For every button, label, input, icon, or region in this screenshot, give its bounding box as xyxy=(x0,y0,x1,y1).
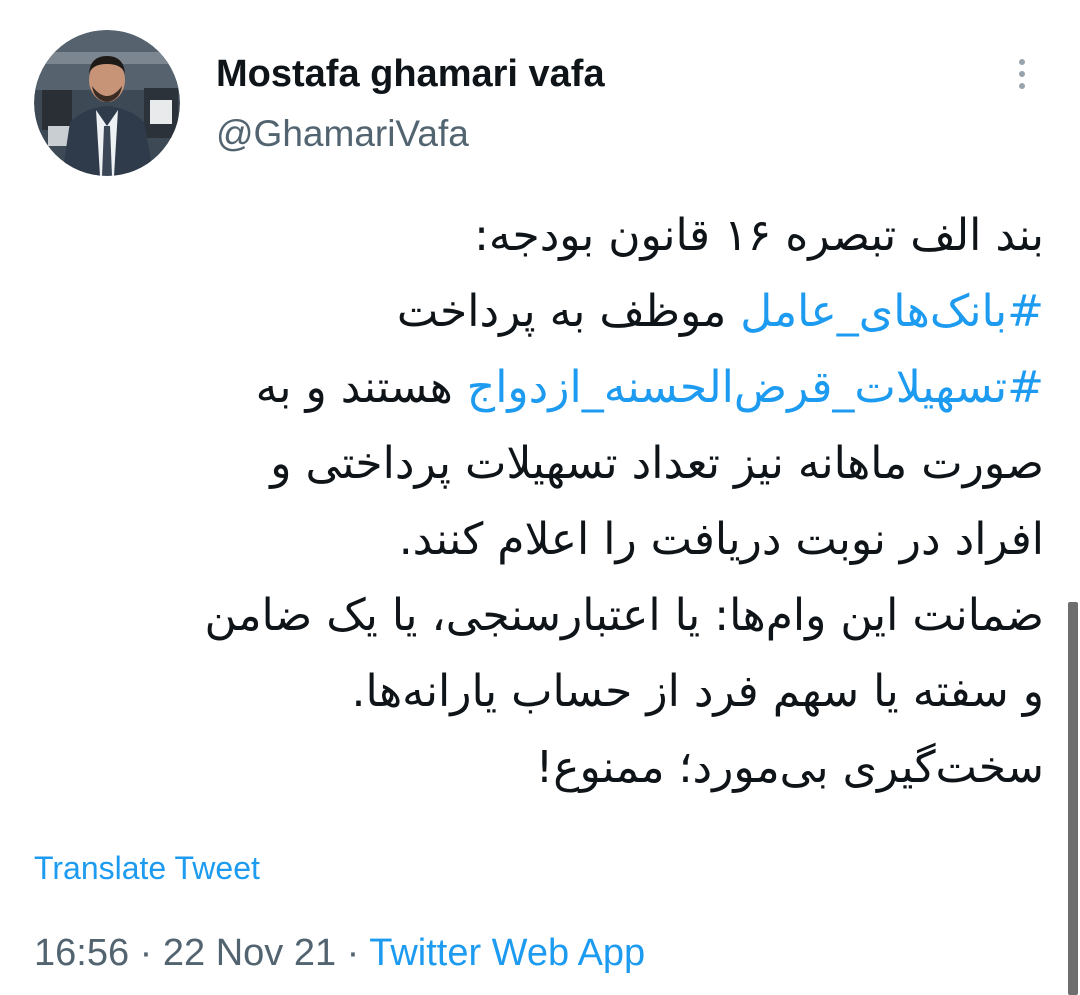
tweet-line: #بانک‌های_عامل موظف به پرداخت xyxy=(24,274,1044,350)
dot xyxy=(1019,83,1025,89)
profile-photo-icon xyxy=(34,30,180,176)
tweet-source-link[interactable]: Twitter Web App xyxy=(369,932,645,974)
tweet-card: Mostafa ghamari vafa @GhamariVafa بند ال… xyxy=(0,0,1080,995)
translate-tweet-link[interactable]: Translate Tweet xyxy=(34,846,260,890)
tweet-date[interactable]: 22 Nov 21 xyxy=(163,932,336,974)
more-options-icon[interactable] xyxy=(1004,52,1040,96)
scrollbar[interactable] xyxy=(1068,602,1078,995)
hashtag-link[interactable]: #بانک‌های_عامل xyxy=(740,286,1044,337)
dot xyxy=(1019,59,1025,65)
author-handle[interactable]: @GhamariVafa xyxy=(216,110,469,158)
tweet-line: سخت‌گیری بی‌مورد؛ ممنوع! xyxy=(535,742,1044,793)
tweet-line: ضمانت این وام‌ها: یا اعتبارسنجی، یا یک ض… xyxy=(204,590,1044,641)
tweet-line: افراد در نوبت دریافت را اعلام کنند. xyxy=(398,514,1044,565)
dot xyxy=(1019,71,1025,77)
tweet-meta: 16:56 · 22 Nov 21 · Twitter Web App xyxy=(34,928,645,978)
tweet-text: بند الف تبصره ۱۶ قانون بودجه: #بانک‌های_… xyxy=(24,198,1044,806)
tweet-line: صورت ماهانه نیز تعداد تسهیلات پرداختی و xyxy=(270,438,1044,489)
tweet-line: و سفته یا سهم فرد از حساب یارانه‌ها. xyxy=(351,666,1044,717)
author-display-name[interactable]: Mostafa ghamari vafa xyxy=(216,50,605,98)
tweet-line: #تسهیلات_قرض‌الحسنه_ازدواج هستند و به xyxy=(24,350,1044,426)
tweet-line-text: موظف به پرداخت xyxy=(396,286,741,337)
tweet-line-text: هستند و به xyxy=(255,362,467,413)
meta-separator: · xyxy=(129,932,163,974)
meta-separator: · xyxy=(336,932,370,974)
tweet-line: بند الف تبصره ۱۶ قانون بودجه: xyxy=(474,210,1044,261)
tweet-time[interactable]: 16:56 xyxy=(34,932,129,974)
avatar[interactable] xyxy=(34,30,180,176)
hashtag-link[interactable]: #تسهیلات_قرض‌الحسنه_ازدواج xyxy=(467,362,1044,413)
